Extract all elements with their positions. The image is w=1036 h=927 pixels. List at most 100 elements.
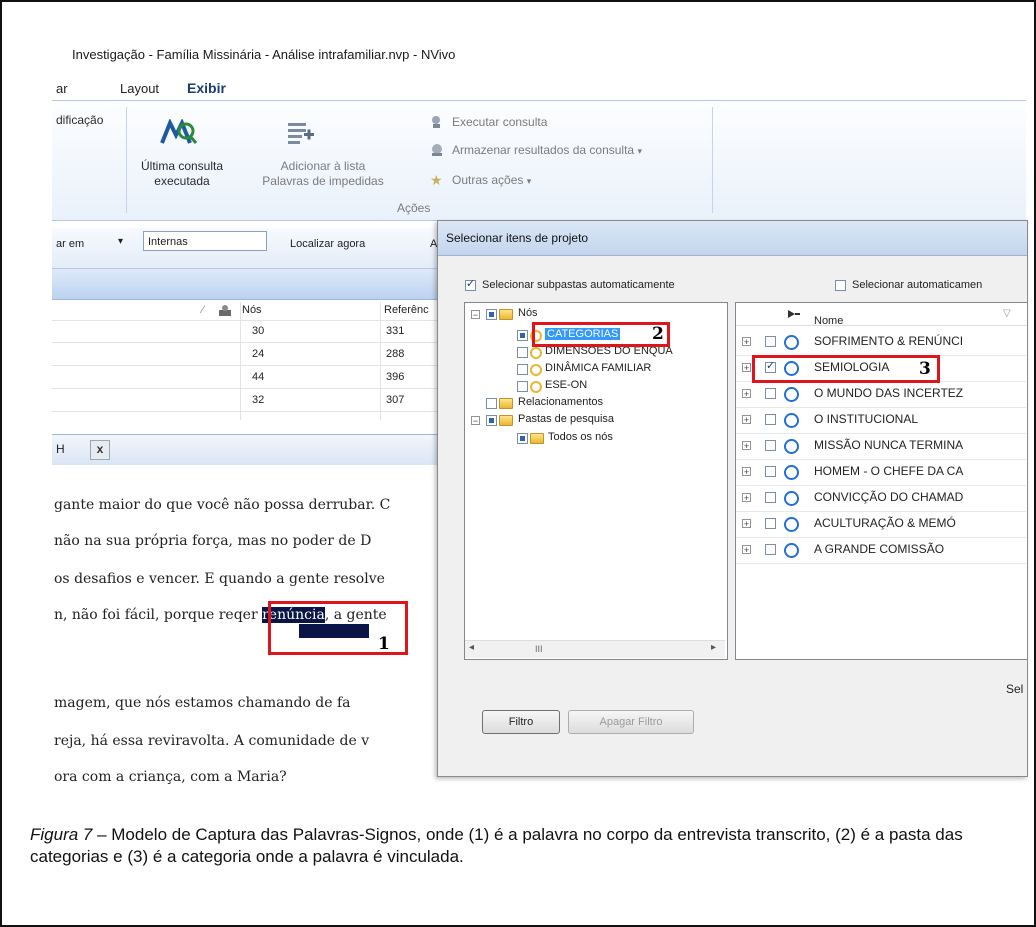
auto-select-checkbox[interactable] xyxy=(835,280,846,291)
caption-text: – Modelo de Captura das Palavras-Signos,… xyxy=(30,825,963,866)
expand-icon[interactable]: + xyxy=(742,337,751,347)
run-query-icon xyxy=(430,115,444,129)
collapse-icon[interactable]: − xyxy=(471,310,480,320)
node-icon xyxy=(784,387,799,402)
list-item[interactable]: MISSÃO NUNCA TERMINA xyxy=(814,438,963,452)
menu-item-layout[interactable]: Layout xyxy=(120,81,159,96)
nodes-column-icon xyxy=(218,304,232,317)
list-column-nome[interactable]: Nome xyxy=(814,315,843,327)
last-query-button[interactable]: Última consulta executada xyxy=(134,159,230,189)
tree-checkbox-dinamica[interactable] xyxy=(517,364,528,375)
document-line: os desafios e vencer. E quando a gente r… xyxy=(54,571,385,587)
list-item[interactable]: HOMEM - O CHEFE DA CA xyxy=(814,464,963,478)
list-item-checkbox[interactable] xyxy=(765,518,776,529)
ribbon-group-label: Ações xyxy=(397,201,431,215)
expand-icon[interactable]: + xyxy=(742,467,751,477)
ribbon-separator xyxy=(126,107,127,213)
column-header-nos[interactable]: Nós xyxy=(242,304,262,316)
list-item[interactable]: SOFRIMENTO & RENÚNCI xyxy=(814,334,963,348)
tree-checkbox-todos[interactable] xyxy=(517,433,528,444)
last-query-icon[interactable] xyxy=(156,118,200,147)
grid-cell-nos: 24 xyxy=(252,348,265,360)
list-row-divider xyxy=(736,537,1026,538)
tree-checkbox-dimensoes[interactable] xyxy=(517,347,528,358)
add-list-icon[interactable] xyxy=(282,117,318,149)
list-item-checkbox[interactable] xyxy=(765,388,776,399)
auto-subfolders-checkbox[interactable] xyxy=(465,277,476,291)
list-item-checkbox[interactable] xyxy=(765,336,776,347)
chevron-down-icon: ▾ xyxy=(637,146,642,156)
list-item[interactable]: O INSTITUCIONAL xyxy=(814,412,918,426)
grid-cell-ref: 331 xyxy=(386,325,405,337)
list-item[interactable]: A GRANDE COMISSÃO xyxy=(814,542,944,556)
expand-icon[interactable]: + xyxy=(742,441,751,451)
node-icon xyxy=(784,413,799,428)
find-now-button[interactable]: Localizar agora xyxy=(290,238,365,250)
collapse-icon[interactable]: − xyxy=(471,416,480,426)
list-row-divider xyxy=(736,563,1026,564)
tree-checkbox-eseon[interactable] xyxy=(517,381,528,392)
auto-subfolders-label: Selecionar subpastas automaticamente xyxy=(482,279,675,291)
expand-icon[interactable]: + xyxy=(742,363,751,373)
annotation-box-2 xyxy=(532,322,670,347)
document-line: ora com a criança, com a Maria? xyxy=(54,769,287,785)
tree-item-eseon[interactable]: ESE-ON xyxy=(545,379,587,391)
tree-checkbox-relacionamentos[interactable] xyxy=(486,398,497,409)
list-item[interactable]: CONVICÇÃO DO CHAMAD xyxy=(814,490,963,504)
tree-item-relacionamentos[interactable]: Relacionamentos xyxy=(518,396,603,408)
other-actions-label: Outras ações xyxy=(452,173,524,187)
expand-icon[interactable]: + xyxy=(742,415,751,425)
list-item[interactable]: ACULTURAÇÃO & MEMÓ xyxy=(814,516,956,530)
other-actions-button[interactable]: Outras ações ▾ xyxy=(452,173,531,189)
expand-icon[interactable]: + xyxy=(742,389,751,399)
list-item-checkbox[interactable] xyxy=(765,440,776,451)
list-item-checkbox[interactable] xyxy=(765,544,776,555)
list-item[interactable]: O MUNDO DAS INCERTEZ xyxy=(814,386,963,400)
add-list-button[interactable]: Adicionar à lista Palavras de impedidas xyxy=(248,159,398,189)
tree-item-dinamica[interactable]: DINÂMICA FAMILIAR xyxy=(545,362,651,374)
search-in-dropdown[interactable]: ▾ xyxy=(118,236,123,247)
scope-input[interactable]: Internas xyxy=(143,231,267,251)
tree-item-pastas[interactable]: Pastas de pesquisa xyxy=(518,413,614,425)
store-results-button[interactable]: Armazenar resultados da consulta ▾ xyxy=(452,143,642,159)
scroll-right-icon[interactable]: ▸ xyxy=(711,642,716,653)
expand-icon[interactable]: + xyxy=(742,493,751,503)
last-query-line2: executada xyxy=(154,174,210,188)
filter-button[interactable]: Filtro xyxy=(482,710,560,734)
tree-item-todos[interactable]: Todos os nós xyxy=(548,431,613,443)
column-filter-icon[interactable]: ▽ xyxy=(1003,308,1011,319)
expand-icon[interactable]: + xyxy=(742,545,751,555)
figure-caption: Figura 7 – Modelo de Captura das Palavra… xyxy=(30,824,1020,868)
list-header xyxy=(736,303,1027,326)
node-icon xyxy=(784,465,799,480)
list-row-divider xyxy=(736,485,1026,486)
store-results-label: Armazenar resultados da consulta xyxy=(452,143,635,157)
tree-checkbox-categorias[interactable] xyxy=(517,330,528,341)
scroll-left-icon[interactable]: ◂ xyxy=(469,642,474,653)
node-icon xyxy=(784,517,799,532)
list-row-divider xyxy=(736,407,1026,408)
document-tab-label[interactable]: H xyxy=(56,442,65,456)
document-line: gante maior do que você não possa derrub… xyxy=(54,497,391,513)
grid-row-divider xyxy=(52,388,438,389)
tree-horizontal-scrollbar[interactable]: ◂ III ▸ xyxy=(465,640,725,658)
tree-checkbox-nos[interactable] xyxy=(486,309,497,320)
close-icon[interactable]: x xyxy=(90,440,110,460)
list-item-checkbox[interactable] xyxy=(765,466,776,477)
scroll-thumb-grip[interactable]: III xyxy=(535,644,543,654)
tree-checkbox-pastas[interactable] xyxy=(486,415,497,426)
menu-item-exibir[interactable]: Exibir xyxy=(187,80,226,96)
column-header-referencias[interactable]: Referênc xyxy=(384,304,429,316)
annotation-box-3 xyxy=(752,355,940,383)
menu-item-clipped[interactable]: ar xyxy=(56,81,68,96)
clear-filter-button[interactable]: Apagar Filtro xyxy=(568,710,694,734)
grid-row-divider xyxy=(52,320,438,321)
tree-item-nos[interactable]: Nós xyxy=(518,307,538,319)
ribbon-separator xyxy=(712,107,713,213)
list-item-checkbox[interactable] xyxy=(765,492,776,503)
list-item-checkbox[interactable] xyxy=(765,414,776,425)
run-query-button[interactable]: Executar consulta xyxy=(452,115,547,130)
sort-arrow-icon: ⁄ xyxy=(202,304,204,316)
expand-icon[interactable]: + xyxy=(742,519,751,529)
node-icon xyxy=(784,335,799,350)
